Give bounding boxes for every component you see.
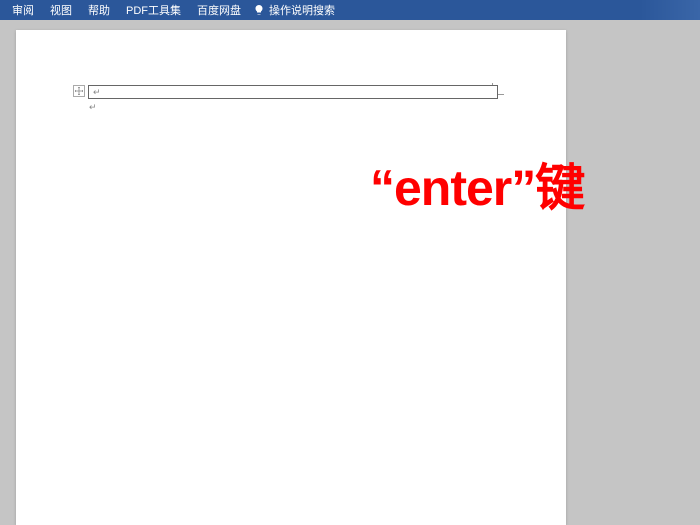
table-cell[interactable]: ↵ ↵	[88, 85, 498, 99]
annotation-overlay-text: “enter”键	[370, 148, 584, 220]
table-container: ↵ ↵	[88, 85, 498, 99]
tell-me-search[interactable]: 操作说明搜索	[265, 2, 335, 18]
document-page[interactable]: ↵ ↵	[16, 30, 566, 525]
document-workspace: ↵ ↵	[0, 20, 700, 525]
menu-baidu-disk[interactable]: 百度网盘	[189, 2, 249, 18]
paragraph-mark-icon: ↵	[89, 102, 97, 113]
menu-pdf-tools[interactable]: PDF工具集	[118, 2, 189, 18]
ribbon-right-area	[640, 0, 700, 20]
paragraph-mark-icon: ↵	[93, 87, 101, 98]
table-move-handle-icon[interactable]	[73, 85, 85, 97]
menu-bar: 审阅 视图 帮助 PDF工具集 百度网盘 操作说明搜索	[0, 0, 700, 20]
menu-view[interactable]: 视图	[42, 2, 80, 18]
menu-help[interactable]: 帮助	[80, 2, 118, 18]
menu-review[interactable]: 审阅	[4, 2, 42, 18]
lightbulb-icon	[253, 4, 265, 16]
